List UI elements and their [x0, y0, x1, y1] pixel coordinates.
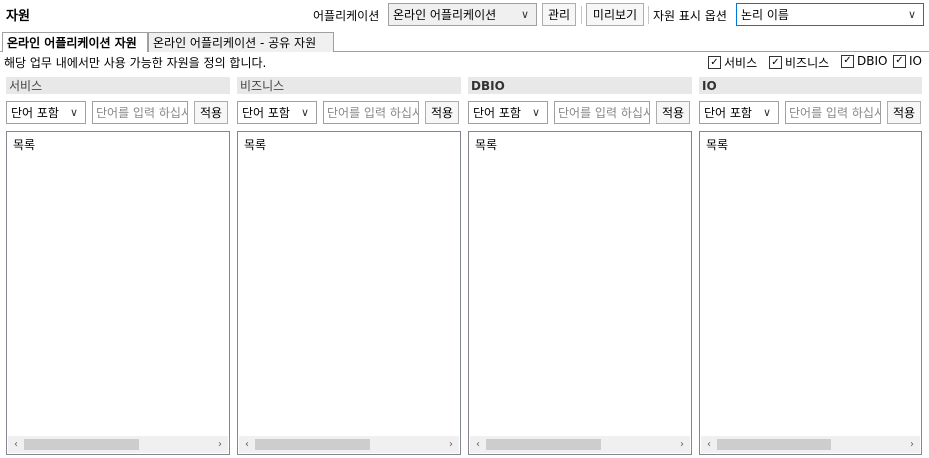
scrollbar-thumb[interactable]	[24, 439, 139, 450]
list-header: 목록	[13, 138, 36, 152]
panel-dbio-title: DBIO	[468, 77, 692, 94]
app-select[interactable]: 온라인 어플리케이션 ∨	[388, 3, 537, 26]
horizontal-scrollbar[interactable]: ‹ ›	[8, 436, 228, 453]
chevron-down-icon: ∨	[907, 8, 917, 21]
scrollbar-thumb[interactable]	[717, 439, 832, 450]
filter-io[interactable]: ✓ IO	[893, 54, 922, 68]
check-icon: ✓	[841, 54, 854, 68]
check-icon: ✓	[893, 54, 906, 68]
tab-online-app-resources[interactable]: 온라인 어플리케이션 자원	[2, 32, 148, 52]
arrow-left-icon[interactable]: ‹	[470, 439, 486, 450]
panel-business-match-select[interactable]: 단어 포함 ∨	[237, 101, 317, 124]
check-icon: ✓	[708, 56, 721, 69]
scrollbar-thumb[interactable]	[486, 439, 601, 450]
panel-service-match-select[interactable]: 단어 포함 ∨	[6, 101, 86, 124]
filter-business-label: 비즈니스	[785, 56, 830, 70]
chevron-down-icon: ∨	[69, 106, 79, 119]
list-header: 목록	[475, 138, 498, 152]
arrow-right-icon[interactable]: ›	[674, 439, 690, 450]
horizontal-scrollbar[interactable]: ‹ ›	[239, 436, 459, 453]
panel-io-apply-button[interactable]: 적용	[887, 101, 921, 124]
match-mode-value: 단어 포함	[242, 106, 290, 120]
panel-service-apply-button[interactable]: 적용	[194, 101, 228, 124]
display-option-label: 자원 표시 옵션	[653, 9, 727, 23]
panel-service-list[interactable]: 목록 ‹ ›	[6, 131, 230, 455]
description-text: 해당 업무 내에서만 사용 가능한 자원을 정의 합니다.	[4, 56, 267, 70]
panel-dbio-apply-button[interactable]: 적용	[656, 101, 690, 124]
panel-io-title: IO	[699, 77, 922, 94]
panel-business-title: 비즈니스	[237, 77, 461, 94]
filter-service-label: 서비스	[724, 56, 758, 70]
panel-io-match-select[interactable]: 단어 포함 ∨	[699, 101, 779, 124]
panel-business-search-input[interactable]: 단어를 입력 하십시오	[323, 101, 419, 124]
display-option-select[interactable]: 논리 이름 ∨	[736, 3, 924, 26]
panel-io-search-input[interactable]: 단어를 입력 하십시오	[785, 101, 881, 124]
toolbar-separator	[648, 6, 649, 24]
preview-button[interactable]: 미리보기	[586, 3, 644, 26]
arrow-left-icon[interactable]: ‹	[239, 439, 255, 450]
arrow-left-icon[interactable]: ‹	[8, 439, 24, 450]
chevron-down-icon: ∨	[531, 106, 541, 119]
panel-dbio-search-input[interactable]: 단어를 입력 하십시오	[554, 101, 650, 124]
toolbar-separator	[581, 6, 582, 24]
panel-business-list[interactable]: 목록 ‹ ›	[237, 131, 461, 455]
arrow-right-icon[interactable]: ›	[904, 439, 920, 450]
filter-io-label: IO	[909, 54, 922, 68]
match-mode-value: 단어 포함	[473, 106, 521, 120]
arrow-right-icon[interactable]: ›	[443, 439, 459, 450]
check-icon: ✓	[769, 56, 782, 69]
filter-dbio[interactable]: ✓ DBIO	[841, 54, 887, 68]
panel-io-list[interactable]: 목록 ‹ ›	[699, 131, 922, 455]
panel-dbio-list[interactable]: 목록 ‹ ›	[468, 131, 692, 455]
app-label: 어플리케이션	[313, 9, 380, 23]
arrow-left-icon[interactable]: ‹	[701, 439, 717, 450]
list-header: 목록	[706, 138, 729, 152]
match-mode-value: 단어 포함	[704, 106, 752, 120]
app-select-value: 온라인 어플리케이션	[393, 8, 497, 22]
panel-business-apply-button[interactable]: 적용	[425, 101, 459, 124]
chevron-down-icon: ∨	[762, 106, 772, 119]
chevron-down-icon: ∨	[520, 8, 530, 21]
horizontal-scrollbar[interactable]: ‹ ›	[470, 436, 690, 453]
scrollbar-thumb[interactable]	[255, 439, 370, 450]
arrow-right-icon[interactable]: ›	[212, 439, 228, 450]
filter-dbio-label: DBIO	[857, 54, 888, 68]
list-header: 목록	[244, 138, 267, 152]
panel-service-search-input[interactable]: 단어를 입력 하십시오	[92, 101, 188, 124]
panel-service-title: 서비스	[6, 77, 230, 94]
panel-dbio-match-select[interactable]: 단어 포함 ∨	[468, 101, 548, 124]
page-title: 자원	[6, 9, 30, 24]
display-option-value: 논리 이름	[741, 8, 789, 22]
tab-online-app-shared-resources[interactable]: 온라인 어플리케이션 - 공유 자원	[148, 32, 334, 52]
filter-business[interactable]: ✓ 비즈니스	[769, 54, 829, 71]
horizontal-scrollbar[interactable]: ‹ ›	[701, 436, 920, 453]
manage-button[interactable]: 관리	[542, 3, 576, 26]
match-mode-value: 단어 포함	[11, 106, 59, 120]
filter-service[interactable]: ✓ 서비스	[708, 54, 757, 71]
chevron-down-icon: ∨	[300, 106, 310, 119]
